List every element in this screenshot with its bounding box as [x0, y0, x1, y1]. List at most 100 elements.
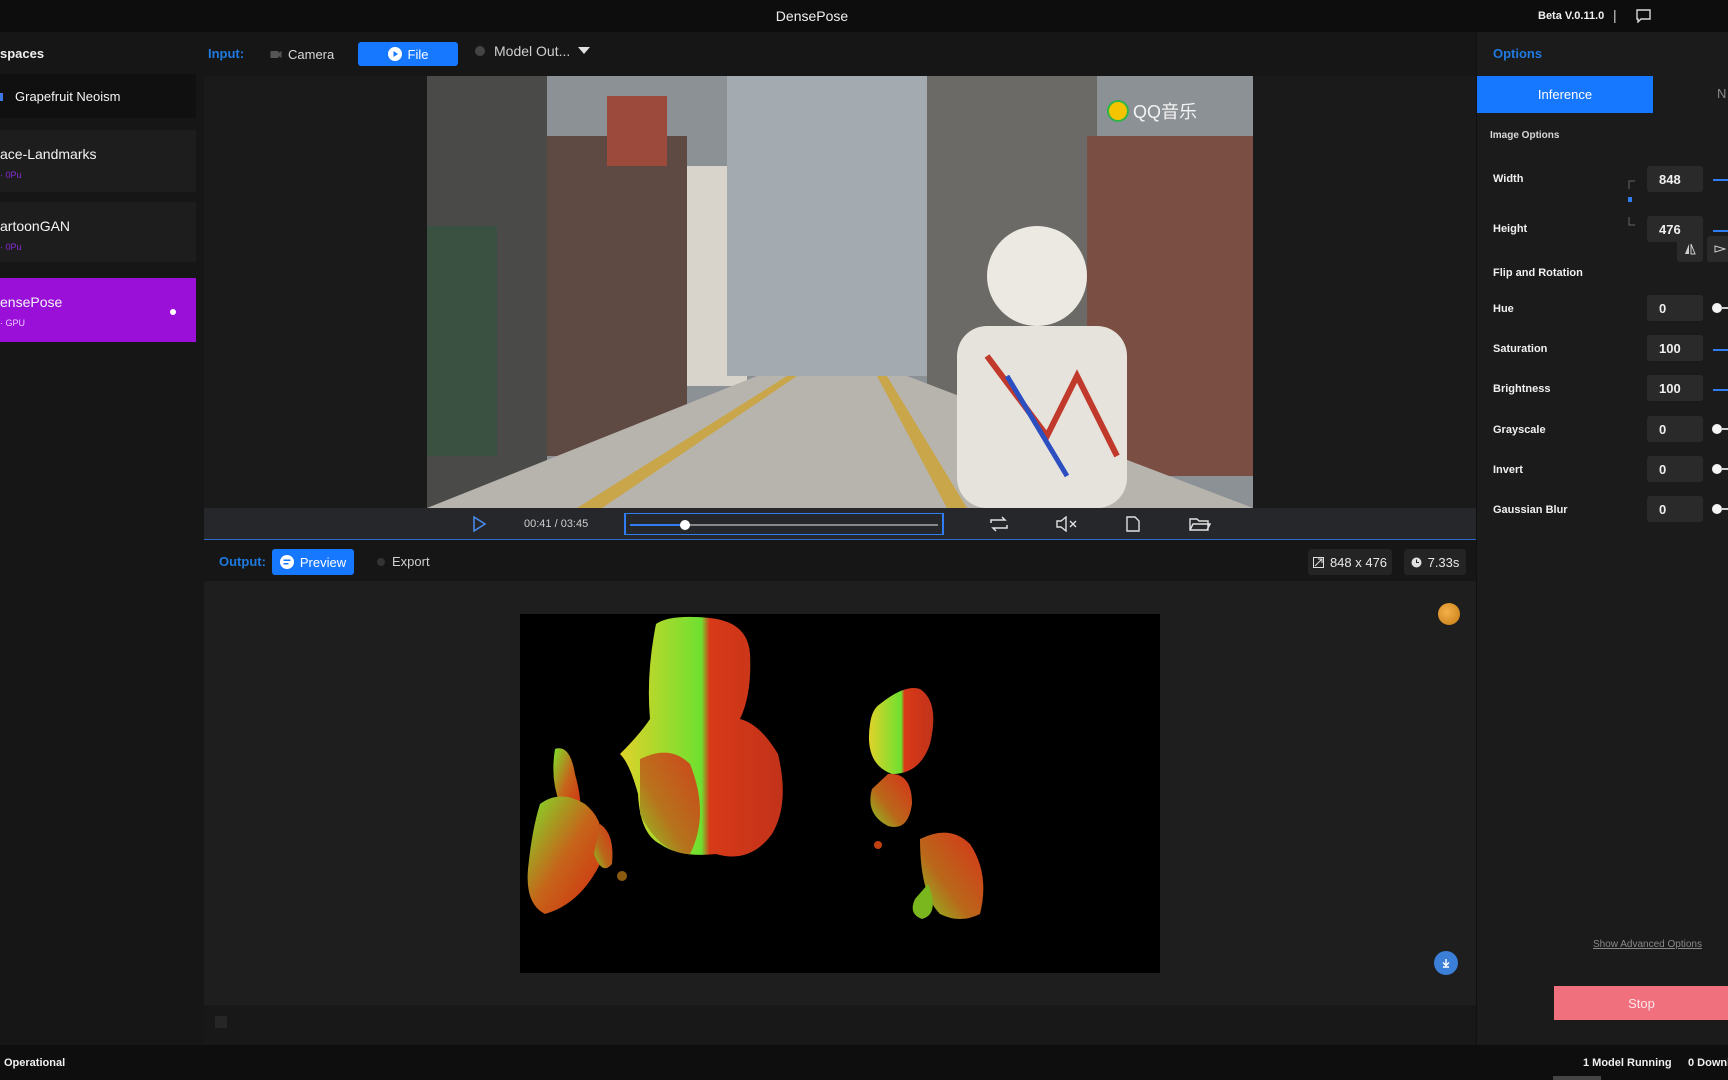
height-label: Height: [1493, 223, 1528, 235]
workspace-device: · 0Pu: [0, 170, 22, 180]
file-button[interactable]: File: [358, 42, 458, 66]
export-icon: [377, 557, 385, 566]
gaussian-blur-label: Gaussian Blur: [1493, 504, 1568, 516]
model-icon: [475, 46, 485, 56]
grayscale-input[interactable]: 0: [1647, 416, 1703, 442]
version-label: Beta V.0.11.0: [1538, 10, 1605, 22]
title-bar: DensePose Beta V.0.11.0 |: [0, 0, 1728, 32]
inference-time: 7.33s: [1427, 554, 1460, 570]
output-size-badge: 848 x 476: [1308, 549, 1392, 575]
folder-open-icon[interactable]: [1189, 516, 1211, 532]
video-watermark: QQ音乐: [1107, 98, 1197, 124]
downloads-count: 0 Downl: [1688, 1057, 1728, 1069]
output-label: Output:: [219, 554, 266, 569]
input-video[interactable]: QQ音乐: [427, 76, 1253, 508]
flip-rotation-label: Flip and Rotation: [1493, 267, 1583, 279]
seek-progress: [630, 524, 686, 526]
export-label: Export: [392, 554, 430, 569]
hue-slider[interactable]: [1721, 307, 1728, 309]
flip-horizontal-button[interactable]: [1677, 236, 1703, 262]
image-options-header: Image Options: [1490, 130, 1560, 141]
width-input[interactable]: 848: [1647, 166, 1703, 192]
workspace-name: ensePose: [0, 294, 63, 310]
input-bar: Input: Camera File Model Out...: [204, 32, 1476, 76]
gaussian-blur-input[interactable]: 0: [1647, 496, 1703, 522]
saturation-slider[interactable]: [1713, 349, 1728, 351]
workspace-item-face-landmarks[interactable]: ace-Landmarks · 0Pu: [0, 130, 196, 192]
saturation-label: Saturation: [1493, 343, 1548, 355]
output-bar: Output: Preview Export 848 x 476 7.33s: [204, 541, 1476, 581]
output-footer: [204, 1005, 1476, 1045]
invert-slider[interactable]: [1721, 468, 1728, 470]
input-video-area: QQ音乐: [204, 76, 1476, 508]
grayscale-slider[interactable]: [1721, 428, 1728, 430]
file-icon[interactable]: [1126, 516, 1140, 532]
status-progress: [1553, 1076, 1601, 1080]
saturation-input[interactable]: 100: [1647, 335, 1703, 361]
workspace-item-densepose[interactable]: ensePose · GPU: [0, 278, 196, 342]
play-icon[interactable]: [471, 516, 487, 532]
seek-handle[interactable]: [680, 520, 691, 530]
download-icon: [1442, 959, 1450, 968]
workspace-name: ace-Landmarks: [0, 146, 97, 162]
models-running: 1 Model Running: [1583, 1057, 1672, 1069]
flip-icon: [1685, 243, 1696, 255]
width-slider[interactable]: [1713, 179, 1728, 181]
model-output-label: Model Out...: [494, 43, 571, 59]
gaussian-blur-slider[interactable]: [1721, 508, 1728, 510]
loop-icon[interactable]: [989, 516, 1009, 532]
options-title: Options: [1493, 46, 1543, 61]
player-controls: 00:41 / 03:45: [204, 508, 1476, 540]
download-button[interactable]: [1434, 951, 1458, 975]
invert-label: Invert: [1493, 464, 1523, 476]
collapse-icon[interactable]: [214, 1015, 228, 1029]
brightness-input[interactable]: 100: [1647, 375, 1703, 401]
preview-icon: [279, 555, 294, 569]
densepose-render: [527, 616, 984, 919]
rotate-button[interactable]: [1707, 236, 1728, 262]
mute-icon[interactable]: [1056, 516, 1078, 532]
densepose-output-image: [520, 614, 1160, 973]
preview-button[interactable]: Preview: [272, 549, 354, 575]
seek-bar[interactable]: [624, 513, 944, 535]
width-label: Width: [1493, 173, 1524, 185]
feedback-icon[interactable]: [1636, 9, 1651, 23]
rotate-icon: [1714, 245, 1726, 253]
height-slider[interactable]: [1713, 230, 1728, 232]
workspace-item-grapefruit[interactable]: Grapefruit Neoism: [0, 74, 196, 118]
camera-label: Camera: [288, 46, 335, 62]
options-panel: Options Inference N Image Options Width …: [1476, 32, 1728, 1045]
workspaces-title: spaces: [0, 46, 45, 61]
chevron-down-icon: [578, 47, 591, 54]
output-area: [204, 581, 1476, 1005]
workspace-name: artoonGAN: [0, 218, 71, 234]
brightness-label: Brightness: [1493, 383, 1551, 395]
status-operational: Operational: [4, 1057, 66, 1069]
app-title: DensePose: [775, 8, 849, 24]
input-label: Input:: [208, 46, 245, 61]
watermark-text: QQ音乐: [1133, 102, 1198, 122]
model-output-dropdown[interactable]: Model Out...: [474, 43, 591, 59]
hue-input[interactable]: 0: [1647, 295, 1703, 321]
workspace-item-cartoongan[interactable]: artoonGAN · 0Pu: [0, 202, 196, 262]
preview-label: Preview: [299, 554, 347, 570]
output-size: 848 x 476: [1329, 554, 1388, 570]
separator: |: [1613, 7, 1617, 23]
tab-secondary[interactable]: N: [1717, 86, 1726, 101]
camera-button[interactable]: Camera: [270, 44, 334, 64]
export-button[interactable]: Export: [376, 554, 430, 569]
show-advanced-options-link[interactable]: Show Advanced Options: [1593, 939, 1702, 950]
clock-icon: [1411, 557, 1422, 567]
video-time: 00:41 / 03:45: [524, 518, 589, 530]
brightness-slider[interactable]: [1713, 389, 1728, 391]
camera-icon: [270, 51, 282, 58]
workspace-device: · 0Pu: [0, 242, 22, 252]
model-avatar-icon[interactable]: [1438, 603, 1460, 625]
tab-inference[interactable]: Inference: [1477, 76, 1653, 113]
hue-label: Hue: [1493, 303, 1514, 315]
grayscale-label: Grayscale: [1493, 424, 1546, 436]
aspect-lock-icon[interactable]: [1627, 175, 1637, 231]
seek-track: [630, 520, 938, 530]
stop-button[interactable]: Stop: [1554, 986, 1728, 1020]
invert-input[interactable]: 0: [1647, 456, 1703, 482]
